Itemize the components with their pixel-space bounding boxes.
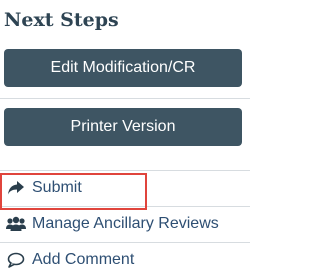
submit-link[interactable]: Submit	[0, 171, 250, 205]
users-group-icon	[4, 214, 28, 234]
comment-bubble-icon	[4, 250, 28, 270]
manage-ancillary-reviews-link[interactable]: Manage Ancillary Reviews	[0, 207, 250, 241]
share-arrow-icon	[4, 178, 28, 198]
manage-ancillary-reviews-label: Manage Ancillary Reviews	[32, 215, 219, 232]
edit-modification-button[interactable]: Edit Modification/CR	[4, 49, 242, 87]
printer-version-button[interactable]: Printer Version	[4, 108, 242, 146]
divider	[0, 98, 250, 99]
submit-label: Submit	[32, 179, 82, 196]
add-comment-label: Add Comment	[32, 251, 135, 268]
panel-title: Next Steps	[4, 9, 119, 31]
add-comment-link[interactable]: Add Comment	[0, 243, 250, 277]
